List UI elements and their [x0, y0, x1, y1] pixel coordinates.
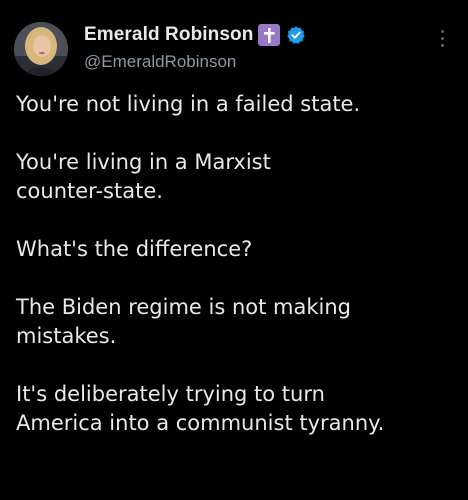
avatar[interactable]: [14, 22, 68, 76]
tweet-paragraph: The Biden regime is not making mistakes.: [16, 295, 351, 348]
tweet-text: You're not living in a failed state. You…: [16, 90, 456, 438]
tweet-paragraph: You're not living in a failed state.: [16, 92, 361, 116]
tweet-paragraph: You're living in a Marxist counter-state…: [16, 150, 271, 203]
more-dot-icon: [440, 30, 444, 33]
more-dot-icon: [440, 37, 444, 40]
display-name[interactable]: Emerald Robinson: [84, 24, 253, 46]
tweet-card: Emerald Robinson @EmeraldRobinson You're…: [0, 0, 468, 500]
verified-icon[interactable]: [286, 25, 306, 45]
more-options-button[interactable]: [436, 30, 448, 54]
author-handle[interactable]: @EmeraldRobinson: [84, 52, 236, 72]
tweet-paragraph: It's deliberately trying to turn America…: [16, 382, 385, 435]
author-name-row: Emerald Robinson: [84, 22, 306, 48]
latin-cross-icon: [258, 24, 281, 46]
more-dot-icon: [440, 44, 444, 47]
tweet-paragraph: What's the difference?: [16, 237, 253, 261]
